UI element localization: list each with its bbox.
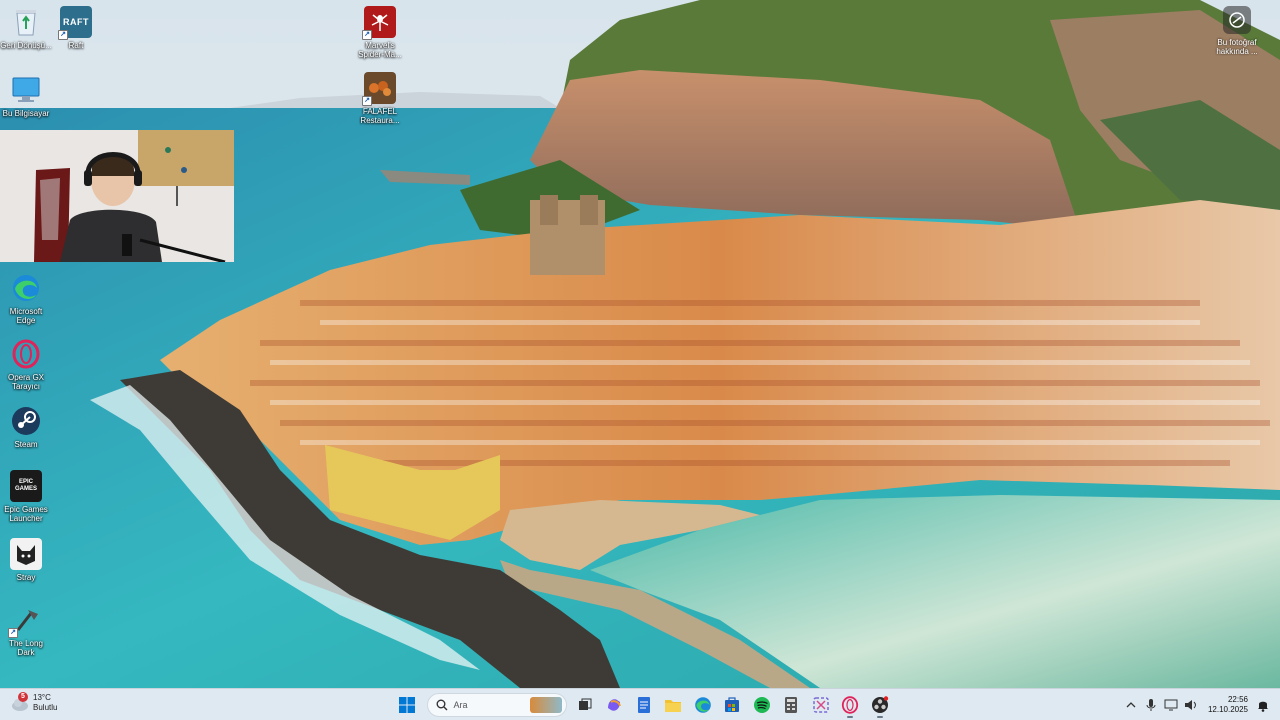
falafel-restaurant-icon: ↗ [362,72,396,106]
snipping-tool-icon [812,697,829,713]
notepad-button[interactable] [630,691,658,719]
steam-icon [10,405,42,437]
notification-badge: 5 [18,692,28,702]
shortcut-arrow-icon: ↗ [362,30,372,40]
opera-gx-icon [841,696,859,714]
desktop-icon-this-pc[interactable]: Bu Bilgisayar [0,74,52,118]
calculator-icon [785,697,797,713]
spotify-button[interactable] [748,691,776,719]
copilot-button[interactable] [600,691,628,719]
clock-time: 22:56 [1227,695,1248,704]
notifications-button[interactable] [1254,696,1272,714]
weather-condition: Bulutlu [33,703,58,712]
microphone-icon [1146,699,1156,711]
taskbar-center: Ara [393,691,895,719]
recycle-bin-icon [10,6,42,38]
calculator-button[interactable] [777,691,805,719]
folder-icon [665,700,681,712]
taskbar-search[interactable]: Ara [426,693,567,717]
desktop-icon-label: Steam [14,440,38,449]
task-view-button[interactable] [571,691,599,719]
hatchet-icon: ↗ [8,604,42,638]
desktop-icon-label: Epic Games Launcher [4,505,48,523]
epic-games-icon: EPIC GAMES [10,470,42,502]
webcam-feed-image [0,130,234,262]
desktop-icon-label: Stray [16,573,36,582]
desktop-icon-falafel[interactable]: ↗ FALAFEL Restaura... [354,72,406,125]
spiderman-icon: ↗ [362,6,396,40]
cloud-icon: 5 [10,692,30,713]
desktop-icon-epic-games[interactable]: EPIC GAMES Epic Games Launcher [0,470,52,523]
desktop-icon-raft[interactable]: RAFT ↗ Raft [50,6,102,50]
start-button[interactable] [393,691,421,719]
windows-icon [399,697,415,713]
desktop-icon-label: FALAFEL Restaura... [360,107,400,125]
desktop-icon-label: The Long Dark [9,639,43,657]
about-photo-label: Bu fotoğraf hakkında ... [1216,38,1258,56]
obs-button[interactable] [866,691,894,719]
desktop-icon-recycle-bin[interactable]: Geri Dönüşü... [0,6,52,50]
copilot-icon [608,699,621,711]
computer-icon [10,74,42,106]
opera-gx-icon [10,338,42,370]
edge-icon [694,697,711,713]
desktop-icon-edge[interactable]: Microsoft Edge [0,272,52,325]
system-tray: 22:56 12.10.2025 [1120,689,1272,720]
search-placeholder: Ara [453,700,468,710]
edge-taskbar-button[interactable] [689,691,717,719]
desktop-icon-opera-gx[interactable]: Opera GX Tarayıcı [0,338,52,391]
volume-button[interactable] [1182,696,1200,714]
raft-icon: RAFT ↗ [58,6,92,40]
taskbar: 5 13°C Bulutlu Ara 22:56 12.10.2025 [0,688,1280,720]
search-icon [436,699,447,711]
shortcut-arrow-icon: ↗ [58,30,68,40]
webcam-overlay [0,130,234,262]
network-icon [1164,699,1178,711]
desktop-icon-the-long-dark[interactable]: ↗ The Long Dark [0,604,52,657]
clock[interactable]: 22:56 12.10.2025 [1208,695,1248,715]
about-this-photo-button[interactable]: Bu fotoğraf hakkında ... [1202,6,1272,56]
speaker-icon [1184,700,1196,710]
desktop-icon-label: Bu Bilgisayar [2,109,50,118]
obs-icon [871,696,888,713]
bell-icon [1258,701,1268,712]
microphone-button[interactable] [1142,696,1160,714]
notepad-icon [637,697,650,713]
desktop-wallpaper [0,0,1280,688]
task-view-icon [578,698,591,710]
desktop-icon-label: Geri Dönüşü... [0,41,52,50]
stray-cat-icon [10,538,42,570]
wallpaper-image [0,0,1280,688]
opera-gx-taskbar-button[interactable] [836,691,864,719]
search-highlight-thumbnail [529,697,562,713]
desktop-icon-label: Opera GX Tarayıcı [7,373,44,391]
weather-widget[interactable]: 5 13°C Bulutlu [10,692,58,713]
snipping-tool-button[interactable] [807,691,835,719]
show-hidden-icons-button[interactable] [1122,696,1140,714]
weather-temperature: 13°C [33,693,51,702]
edge-icon [10,272,42,304]
desktop-icon-label: Microsoft Edge [9,307,43,325]
epic-logo-text: EPIC GAMES [14,479,37,492]
desktop-icon-spiderman[interactable]: ↗ Marvel's Spider-Ma... [354,6,406,59]
shortcut-arrow-icon: ↗ [362,96,372,106]
desktop-icon-label: Marvel's Spider-Ma... [358,41,402,59]
store-button[interactable] [718,691,746,719]
spotify-icon [753,697,770,713]
file-explorer-button[interactable] [659,691,687,719]
desktop-icon-label: Raft [68,41,84,50]
camera-info-icon [1223,6,1251,34]
clock-date: 12.10.2025 [1207,705,1248,714]
desktop-icon-stray[interactable]: Stray [0,538,52,582]
store-icon [725,697,739,712]
shortcut-arrow-icon: ↗ [8,628,18,638]
network-button[interactable] [1162,696,1180,714]
desktop-icon-steam[interactable]: Steam [0,405,52,449]
chevron-up-icon [1126,702,1136,708]
raft-logo-text: RAFT [63,17,89,27]
